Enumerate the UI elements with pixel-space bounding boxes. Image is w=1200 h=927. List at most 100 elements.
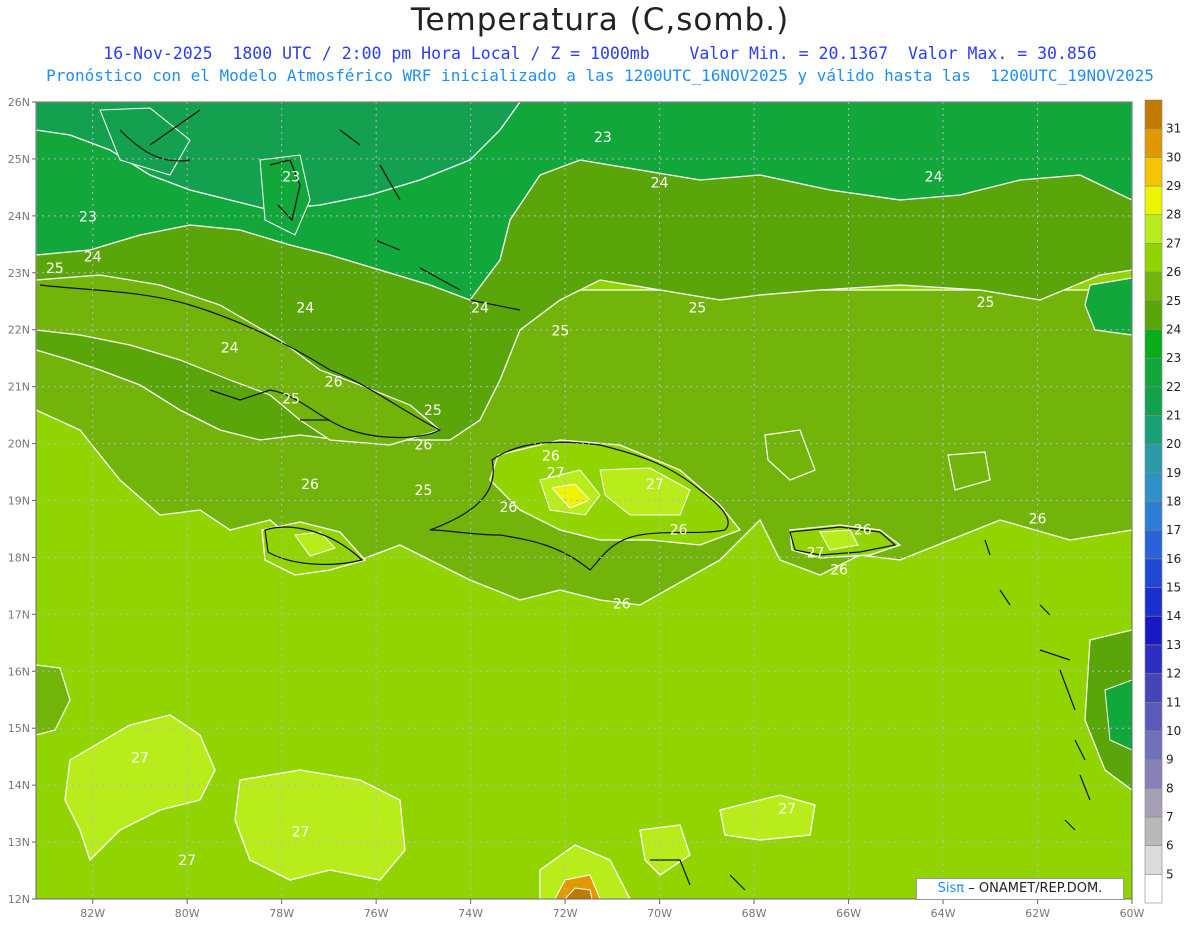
colorbar-swatch [1144, 243, 1163, 273]
contour-label: 24 [471, 301, 489, 317]
colorbar-label: 10 [1166, 724, 1181, 738]
lon-tick-label: 68W [742, 907, 767, 920]
colorbar-label: 9 [1166, 753, 1174, 767]
contour-label: 23 [594, 130, 612, 146]
lat-tick-label: 26N [8, 96, 30, 109]
colorbar-label: 26 [1166, 265, 1181, 279]
contour-label: 24 [651, 175, 669, 191]
lon-tick-label: 82W [80, 907, 105, 920]
colorbar-label: 18 [1166, 495, 1181, 509]
colorbar-swatch [1144, 501, 1163, 531]
contour-label: 24 [221, 340, 239, 356]
colorbar-swatch [1144, 128, 1163, 158]
colorbar-label: 7 [1166, 810, 1174, 824]
colorbar-swatch [1144, 787, 1163, 818]
colorbar-swatch [1144, 99, 1163, 129]
contour-label: 23 [282, 170, 300, 186]
contour-label: 23 [79, 210, 97, 226]
contour-label: 25 [551, 323, 569, 339]
colorbar-swatch [1144, 587, 1163, 617]
colorbar-swatch [1144, 730, 1163, 760]
lon-tick-label: 60W [1120, 907, 1145, 920]
colorbar-label: 30 [1166, 150, 1181, 164]
colorbar-swatch [1144, 300, 1163, 330]
contour-label: 24 [296, 301, 314, 317]
contour-label: 25 [414, 483, 432, 499]
lat-tick-label: 21N [8, 381, 30, 394]
contour-label: 26 [414, 437, 432, 453]
lon-tick-label: 72W [553, 907, 578, 920]
colorbar-label: 22 [1166, 380, 1181, 394]
colorbar-label: 14 [1166, 609, 1181, 623]
contour-label: 26 [542, 449, 560, 465]
colorbar-label: 17 [1166, 523, 1181, 537]
colorbar-swatch [1144, 157, 1163, 187]
colorbar-label: 21 [1166, 408, 1181, 422]
colorbar-label: 23 [1166, 351, 1181, 365]
colorbar-label: 5 [1166, 867, 1174, 881]
lat-tick-label: 19N [8, 495, 30, 508]
colorbar-label: 29 [1166, 179, 1181, 193]
colorbar-label: 12 [1166, 667, 1181, 681]
colorbar-label: 28 [1166, 208, 1181, 222]
contour-label: 24 [925, 170, 943, 186]
contour-label: 26 [613, 597, 631, 613]
colorbar-swatch [1144, 816, 1163, 846]
contour-label: 27 [646, 477, 664, 493]
colorbar-swatch [1144, 329, 1163, 359]
contour-label: 27 [292, 824, 310, 840]
lat-tick-label: 18N [8, 551, 30, 564]
colorbar-label: 8 [1166, 781, 1174, 795]
colorbar: 5 6 7 8 9 10 11 12 13 14 15 16 17 18 19 20 21 22 23 24 25 26 2… [1144, 99, 1181, 904]
lat-tick-label: 24N [8, 210, 30, 223]
colorbar-swatch [1144, 845, 1163, 875]
colorbar-swatch [1144, 644, 1163, 674]
contour-label: 25 [688, 301, 706, 317]
contour-label: 26 [854, 523, 872, 539]
lon-tick-label: 62W [1025, 907, 1050, 920]
contour-label: 27 [778, 802, 796, 818]
colorbar-swatch [1144, 529, 1163, 560]
temperature-map: 82W 80W 78W 76W 74W 72W 70W 68W 66W 64W 62W 60W 12N 1… [8, 96, 1182, 920]
sispi-logo: Sisπ [937, 881, 965, 896]
colorbar-swatch [1144, 615, 1163, 646]
lon-tick-label: 80W [175, 907, 200, 920]
credit-text: – ONAMET/REP.DOM. [968, 881, 1103, 896]
lat-tick-label: 23N [8, 267, 30, 280]
contour-label: 27 [131, 750, 149, 766]
colorbar-swatch [1144, 214, 1163, 244]
contour-label: 25 [46, 261, 64, 277]
colorbar-label: 15 [1166, 581, 1181, 595]
lat-tick-label: 15N [8, 722, 30, 735]
colorbar-label: 19 [1166, 466, 1181, 480]
colorbar-swatch [1144, 673, 1163, 703]
contour-label: 26 [325, 375, 343, 391]
colorbar-swatch [1144, 185, 1163, 216]
contour-label: 26 [301, 477, 319, 493]
colorbar-swatch [1144, 759, 1163, 789]
contour-label: 25 [977, 295, 995, 311]
colorbar-label: 31 [1166, 122, 1181, 136]
colorbar-swatch [1144, 271, 1163, 302]
colorbar-swatch [1144, 472, 1163, 502]
colorbar-swatch [1144, 443, 1163, 474]
contour-label: 26 [1029, 511, 1047, 527]
contour-label: 25 [282, 392, 300, 408]
colorbar-label: 24 [1166, 322, 1181, 336]
credit-box: Sisπ – ONAMET/REP.DOM. [916, 878, 1124, 900]
colorbar-swatch [1144, 558, 1163, 588]
contour-label: 27 [807, 545, 825, 561]
lat-tick-label: 12N [8, 893, 30, 906]
lat-tick-label: 20N [8, 438, 30, 451]
lat-tick-label: 22N [8, 324, 30, 337]
colorbar-label: 11 [1166, 695, 1181, 709]
contour-label: 26 [499, 500, 517, 516]
lat-tick-label: 14N [8, 779, 30, 792]
contour-label: 25 [424, 403, 442, 419]
lon-tick-label: 76W [364, 907, 389, 920]
contour-label: 27 [178, 853, 196, 869]
contour-label: 24 [84, 249, 102, 265]
colorbar-swatch [1144, 415, 1163, 445]
colorbar-swatch [1144, 701, 1163, 732]
colorbar-label: 13 [1166, 638, 1181, 652]
